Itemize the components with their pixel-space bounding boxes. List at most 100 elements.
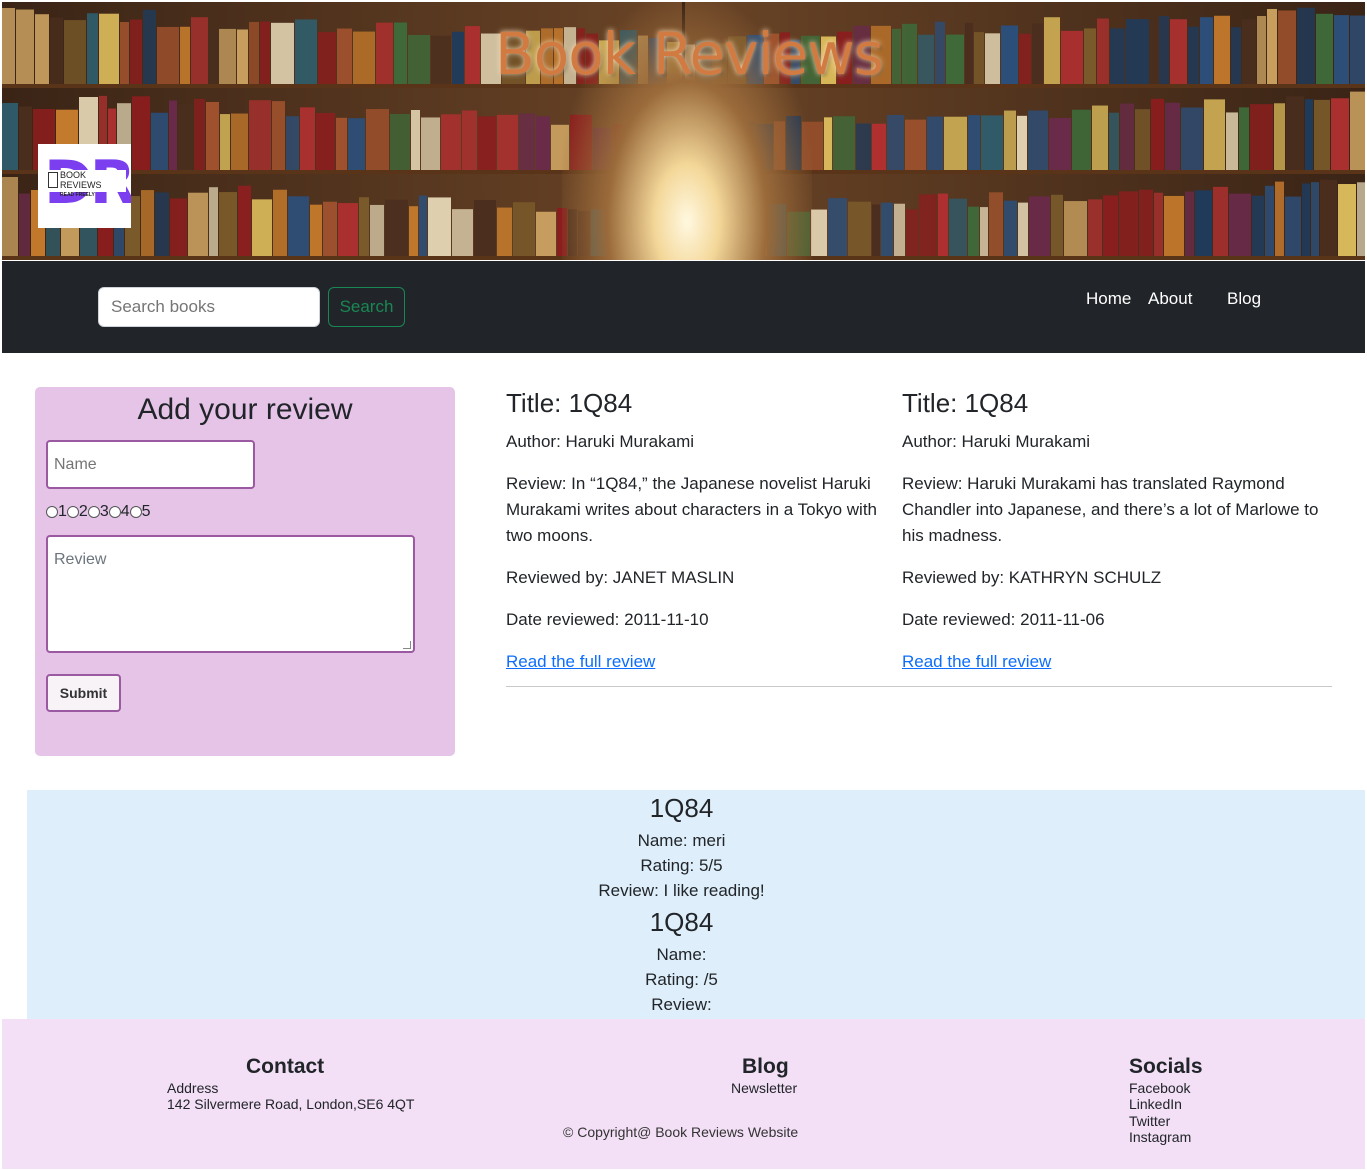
book-spine bbox=[318, 32, 336, 84]
rating-radio-1[interactable] bbox=[46, 506, 58, 518]
article-review: Review: In “1Q84,” the Japanese novelist… bbox=[506, 474, 878, 545]
book-icon bbox=[48, 172, 58, 188]
book-spine bbox=[980, 207, 988, 256]
book-spine bbox=[370, 204, 384, 256]
book-spine bbox=[1331, 98, 1349, 170]
book-spine bbox=[64, 20, 86, 84]
logo-subtext: READ FREELY bbox=[60, 192, 95, 198]
book-spine bbox=[513, 202, 535, 256]
read-full-review-link[interactable]: Read the full review bbox=[506, 652, 655, 671]
nav-link-home[interactable]: Home bbox=[1086, 289, 1131, 309]
nav-link-blog[interactable]: Blog bbox=[1227, 289, 1261, 309]
user-review-name: Name: bbox=[656, 945, 707, 964]
book-spine bbox=[856, 123, 871, 170]
rating-label-1: 1 bbox=[58, 503, 67, 520]
article-date: Date reviewed: 2011-11-10 bbox=[506, 610, 709, 629]
read-full-review-link[interactable]: Read the full review bbox=[902, 652, 1051, 671]
book-spine bbox=[1204, 99, 1225, 170]
book-spine bbox=[286, 116, 299, 170]
site-logo[interactable]: DR BOOK REVIEWS READ FREELY bbox=[38, 144, 131, 228]
copyright-text: © Copyright@ Book Reviews Website bbox=[563, 1124, 799, 1140]
book-spine bbox=[19, 193, 30, 256]
submit-button[interactable]: Submit bbox=[46, 674, 121, 712]
book-spine bbox=[1200, 17, 1213, 85]
search-input[interactable] bbox=[98, 287, 320, 327]
rating-label-5: 5 bbox=[141, 503, 151, 520]
book-spine bbox=[337, 28, 352, 84]
book-spine bbox=[452, 209, 473, 256]
book-spine bbox=[1029, 196, 1050, 256]
book-spine bbox=[336, 117, 347, 170]
book-spine bbox=[35, 14, 49, 84]
rating-radio-4[interactable] bbox=[108, 506, 121, 518]
book-spine bbox=[927, 116, 943, 170]
book-spine bbox=[220, 114, 230, 170]
book-spine bbox=[50, 17, 63, 84]
book-spine bbox=[273, 189, 287, 256]
book-spine bbox=[1004, 110, 1016, 170]
resize-handle-icon[interactable] bbox=[403, 641, 411, 649]
rating-radio-3[interactable] bbox=[87, 506, 100, 518]
book-spine bbox=[390, 113, 410, 170]
book-spine bbox=[1302, 183, 1310, 256]
name-field[interactable] bbox=[46, 440, 255, 489]
book-spine bbox=[1357, 182, 1365, 256]
book-spine bbox=[497, 207, 512, 256]
book-spine bbox=[887, 114, 904, 170]
book-spine bbox=[985, 33, 1000, 84]
book-spine bbox=[1278, 10, 1296, 85]
book-spine bbox=[1257, 16, 1266, 85]
book-spine bbox=[300, 107, 315, 170]
footer-contact-heading: Contact bbox=[246, 1055, 325, 1078]
footer-address: 142 Silvermere Road, London,SE6 4QT bbox=[167, 1096, 415, 1112]
book-spine bbox=[1297, 7, 1315, 85]
footer-twitter-link[interactable]: Twitter bbox=[1129, 1113, 1170, 1129]
book-spine bbox=[1018, 202, 1028, 256]
user-review-1: 1Q84 Name: meri Rating: 5/5 Review: I li… bbox=[0, 792, 1363, 903]
book-spine bbox=[981, 115, 1003, 170]
book-spine bbox=[1213, 186, 1228, 256]
book-spine bbox=[132, 96, 150, 170]
book-spine bbox=[238, 185, 251, 256]
footer-newsletter-link[interactable]: Newsletter bbox=[731, 1080, 797, 1096]
book-spine bbox=[191, 17, 208, 84]
logo-text: BOOK REVIEWS bbox=[60, 170, 102, 190]
footer-blog-heading: Blog bbox=[742, 1055, 789, 1078]
book-spine bbox=[1170, 19, 1187, 84]
book-spine bbox=[474, 199, 496, 256]
book-spine bbox=[974, 32, 984, 84]
book-spine bbox=[219, 192, 237, 256]
book-spine bbox=[428, 197, 451, 256]
book-spine bbox=[1072, 109, 1091, 170]
rating-label-3: 3 bbox=[99, 503, 109, 520]
user-review-2: 1Q84 Name: Rating: /5 Review: bbox=[0, 906, 1363, 1017]
book-spine bbox=[902, 23, 917, 84]
book-spine bbox=[1274, 103, 1285, 170]
review-placeholder: Review bbox=[54, 551, 107, 568]
book-spine bbox=[1305, 99, 1313, 170]
article-reviewer: Reviewed by: JANET MASLIN bbox=[506, 568, 735, 587]
footer-linkedin-link[interactable]: LinkedIn bbox=[1129, 1096, 1182, 1112]
article-author: Author: Haruki Murakami bbox=[902, 432, 1091, 451]
book-spine bbox=[1103, 195, 1118, 256]
rating-radio-2[interactable] bbox=[66, 506, 79, 518]
nav-link-about[interactable]: About bbox=[1148, 289, 1192, 309]
search-button[interactable]: Search bbox=[328, 287, 405, 327]
book-spine bbox=[19, 106, 32, 170]
book-spine bbox=[828, 198, 847, 256]
rating-radio-5[interactable] bbox=[129, 506, 142, 518]
review-textarea[interactable]: Review bbox=[46, 535, 415, 653]
book-spine bbox=[1110, 28, 1125, 84]
book-spine bbox=[872, 204, 880, 256]
footer-facebook-link[interactable]: Facebook bbox=[1129, 1080, 1190, 1096]
book-spine bbox=[1126, 19, 1149, 84]
book-spine bbox=[366, 109, 389, 170]
book-spine bbox=[1028, 110, 1048, 170]
footer: Contact Address 142 Silvermere Road, Lon… bbox=[2, 1019, 1365, 1169]
book-spine bbox=[1265, 185, 1274, 256]
book-spine bbox=[178, 104, 193, 170]
book-spine bbox=[1285, 196, 1301, 256]
user-review-title: 1Q84 bbox=[649, 793, 714, 823]
footer-instagram-link[interactable]: Instagram bbox=[1129, 1129, 1191, 1145]
article-reviewer: Reviewed by: KATHRYN SCHULZ bbox=[902, 568, 1162, 587]
